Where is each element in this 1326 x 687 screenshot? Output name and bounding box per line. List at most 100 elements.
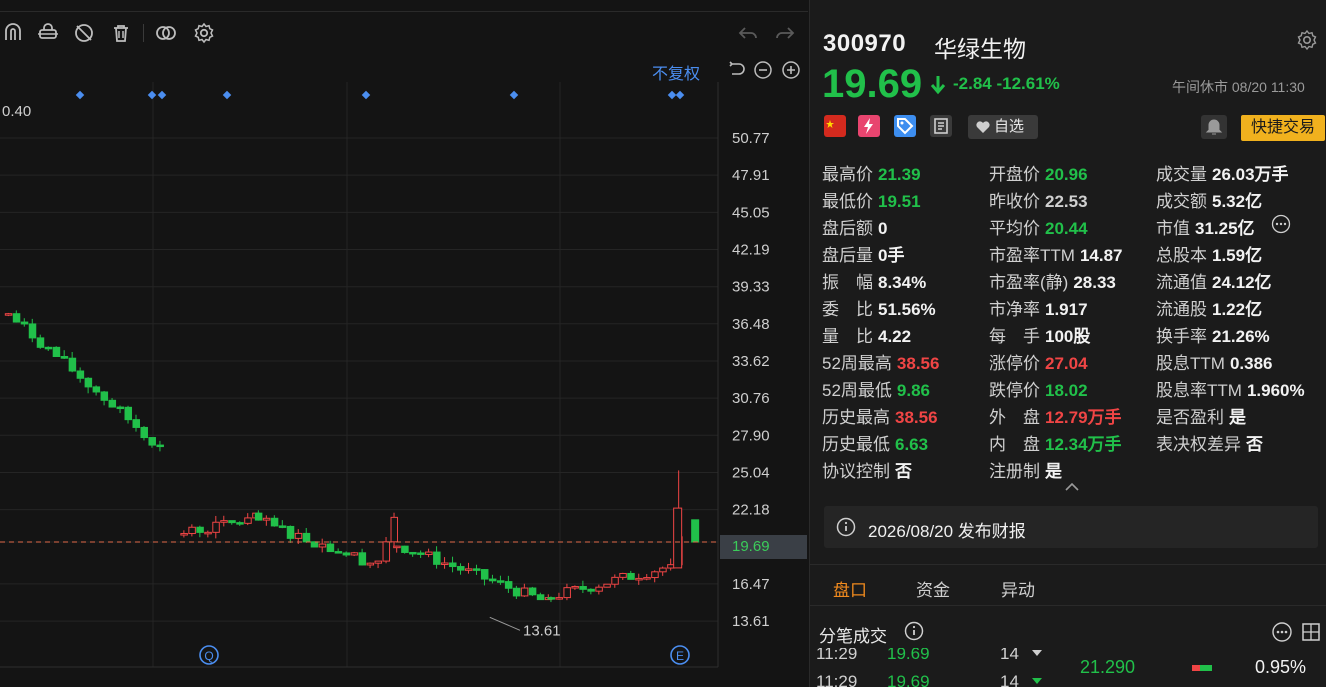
y-axis-label: 30.76 <box>732 390 770 407</box>
candle-body <box>148 437 156 446</box>
candle-body <box>188 526 196 535</box>
stat-item: 内 盘 12.34万手 <box>989 430 1122 455</box>
stat-item: 盘后量 0手 <box>822 241 904 266</box>
candle-body <box>36 337 45 348</box>
overlay-toggle-icon[interactable] <box>155 22 177 44</box>
stat-item: 开盘价 20.96 <box>989 160 1088 185</box>
detail-tabs: 盘口 资金 异动 <box>810 564 1326 606</box>
price-adjust-selector[interactable]: 不复权 <box>652 60 700 84</box>
redo-icon[interactable] <box>774 22 796 44</box>
collapse-chevron-up-icon[interactable] <box>1064 478 1080 491</box>
stat-value: 22.53 <box>1045 192 1088 211</box>
candle-body <box>228 520 236 524</box>
candle-body <box>488 578 497 582</box>
stat-label: 开盘价 <box>989 165 1040 184</box>
stat-label: 涨停价 <box>989 354 1040 373</box>
sell-direction-icon <box>1032 678 1042 684</box>
side-quote-price: 21.290 <box>1080 657 1136 677</box>
tab-capital-flow[interactable]: 资金 <box>916 576 950 601</box>
stat-item: 股息率TTM 1.960% <box>1156 376 1305 401</box>
trash-icon[interactable] <box>110 22 132 44</box>
tick-price: 19.69 <box>887 672 930 687</box>
kline-chart-panel: 不复权 50.77 47.91 45.05 42.19 39.33 36.48 33.62 3… <box>0 0 808 687</box>
magnet-icon[interactable] <box>2 22 24 44</box>
stat-item: 成交量 26.03万手 <box>1156 160 1289 185</box>
undo-icon[interactable] <box>737 22 759 44</box>
zoom-out-icon[interactable] <box>753 60 773 80</box>
settings-gear-icon[interactable] <box>1296 29 1318 51</box>
price-alert-bell-icon[interactable] <box>1201 115 1227 139</box>
y-axis-label: 50.77 <box>732 130 770 147</box>
toolbar-divider <box>143 24 144 42</box>
notes-icon[interactable] <box>930 115 952 137</box>
candle-body <box>425 551 433 555</box>
quick-trade-button[interactable]: 快捷交易 <box>1241 115 1325 141</box>
stat-item: 跌停价 18.02 <box>989 376 1088 401</box>
y-axis-label: 27.90 <box>732 427 770 444</box>
stat-label: 平均价 <box>989 219 1040 238</box>
stat-value: 100股 <box>1045 327 1091 346</box>
buy-sell-ratio-bar <box>1192 665 1212 671</box>
tick-price: 19.69 <box>887 648 930 663</box>
stat-value: 12.34万手 <box>1045 435 1122 454</box>
stat-item: 总股本 1.59亿 <box>1156 241 1262 266</box>
y-axis-label: 42.19 <box>732 242 770 259</box>
y-axis-label: 47.91 <box>732 167 770 184</box>
tab-order-book[interactable]: 盘口 <box>833 576 867 601</box>
candle-body <box>270 517 279 527</box>
more-options-icon[interactable] <box>1271 621 1293 643</box>
y-axis-label: 22.18 <box>732 502 770 519</box>
candle-body <box>643 577 651 580</box>
stat-value: 21.26% <box>1212 327 1270 346</box>
margin-trading-icon[interactable] <box>858 115 880 137</box>
quarter-report-marker-icon[interactable]: Q <box>199 645 219 665</box>
stat-item: 流通股 1.22亿 <box>1156 295 1262 320</box>
stat-value: 5.32亿 <box>1212 192 1263 211</box>
stat-label: 昨收价 <box>989 192 1040 211</box>
chart-top-strip <box>0 0 808 12</box>
stat-item: 股息TTM 0.386 <box>1156 349 1272 374</box>
candle-body <box>393 545 401 549</box>
reset-zoom-icon[interactable] <box>726 60 746 80</box>
candle-body <box>20 321 29 325</box>
stat-item: 最低价 19.51 <box>822 187 921 212</box>
candle-body <box>635 577 643 581</box>
candle-body <box>366 562 375 566</box>
candle-body <box>587 588 595 592</box>
stat-item: 52周最高 38.56 <box>822 349 939 374</box>
layout-grid-icon[interactable] <box>1300 621 1322 643</box>
add-watchlist-button[interactable]: 自选 <box>968 115 1038 139</box>
tag-label-icon[interactable] <box>894 115 916 137</box>
lock-drawing-icon[interactable] <box>37 22 59 44</box>
stat-label: 52周最高 <box>822 354 892 373</box>
marker-letter: E <box>676 649 684 663</box>
candle-body <box>286 525 295 539</box>
stat-label: 换手率 <box>1156 327 1207 346</box>
info-icon[interactable] <box>904 621 924 641</box>
tab-anomaly[interactable]: 异动 <box>1001 576 1035 601</box>
heart-icon <box>976 121 990 133</box>
earnings-marker-icon[interactable]: E <box>670 645 690 665</box>
candlestick-chart[interactable]: 50.77 47.91 45.05 42.19 39.33 36.48 33.62 30.76… <box>0 82 808 687</box>
marker-letter: Q <box>204 649 213 663</box>
earnings-report-notice[interactable]: 2026/08/20 发布财报 <box>824 506 1318 548</box>
sell-direction-icon <box>1032 650 1042 656</box>
stat-label: 股息TTM <box>1156 354 1225 373</box>
candle-body <box>409 551 417 555</box>
candle-body <box>116 406 125 410</box>
candle-body <box>262 517 271 521</box>
tick-time: 11:29 <box>816 648 858 663</box>
candle-body <box>318 543 327 548</box>
stat-item: 换手率 21.26% <box>1156 322 1270 347</box>
candle-body <box>465 568 473 571</box>
gear-icon[interactable] <box>193 22 215 44</box>
stat-value: 9.86 <box>896 381 931 400</box>
event-diamond-marker <box>157 90 167 100</box>
watchlist-label: 自选 <box>994 118 1025 135</box>
more-icon[interactable] <box>1271 214 1291 234</box>
stat-value: 38.56 <box>896 354 940 373</box>
hide-drawings-icon[interactable] <box>73 22 95 44</box>
zoom-in-icon[interactable] <box>781 60 801 80</box>
candle-body <box>603 583 611 588</box>
candle-body <box>92 386 101 393</box>
